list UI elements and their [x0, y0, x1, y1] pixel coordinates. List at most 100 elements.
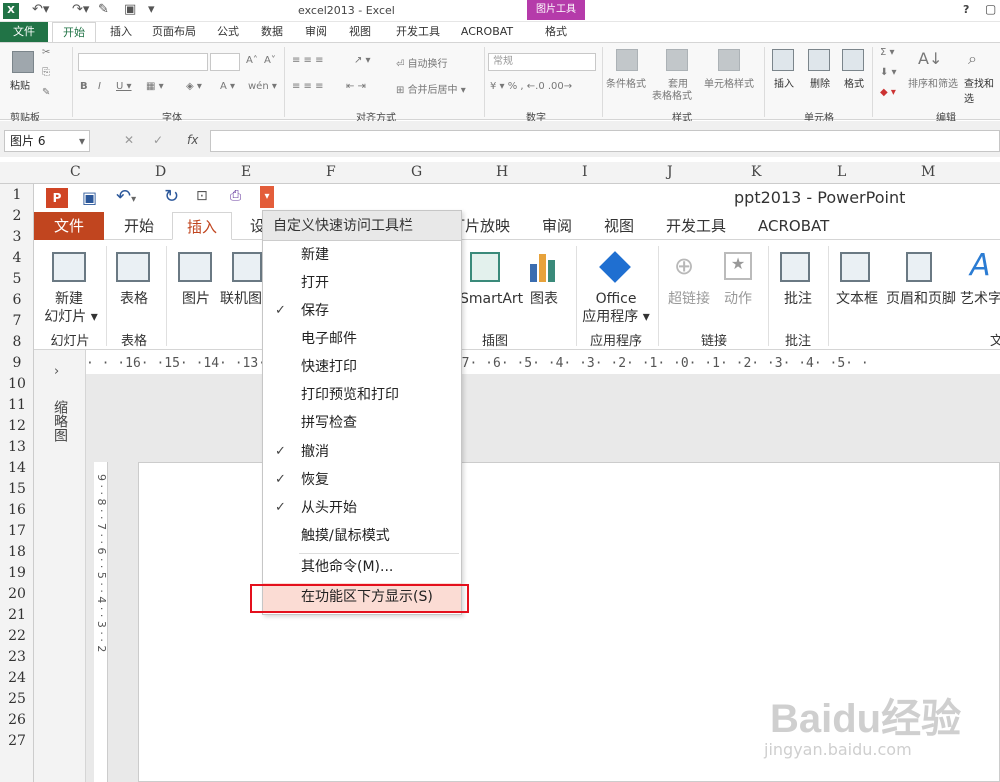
ppt-tab-view[interactable]: 视图: [604, 212, 634, 240]
row-header[interactable]: 10: [0, 376, 34, 392]
column-header[interactable]: C: [70, 164, 81, 180]
row-header[interactable]: 4: [0, 250, 34, 266]
smartart-icon[interactable]: [470, 252, 500, 282]
chevron-down-icon[interactable]: ▾: [79, 131, 85, 151]
thumbnail-pane-label[interactable]: 缩略图: [50, 400, 70, 442]
menu-item-quick-print[interactable]: 快速打印: [263, 353, 461, 381]
wordart-icon[interactable]: A: [970, 248, 991, 283]
comment-button[interactable]: 批注: [780, 290, 816, 308]
office-apps-button-line2[interactable]: 应用程序 ▾: [578, 308, 654, 326]
excel-tab-format[interactable]: 格式: [527, 22, 585, 42]
row-header[interactable]: 20: [0, 586, 34, 602]
format-as-table-icon[interactable]: [666, 49, 688, 71]
row-header[interactable]: 18: [0, 544, 34, 560]
row-header[interactable]: 19: [0, 565, 34, 581]
paste-icon[interactable]: [12, 51, 34, 73]
row-header[interactable]: 8: [0, 334, 34, 350]
row-header[interactable]: 24: [0, 670, 34, 686]
row-header[interactable]: 7: [0, 313, 34, 329]
table-icon[interactable]: [116, 252, 150, 282]
column-header[interactable]: K: [751, 164, 761, 180]
fill-color-icon[interactable]: ◈ ▾: [186, 81, 202, 92]
help-button[interactable]: ?: [963, 3, 969, 16]
align-left-icon[interactable]: ≡ ≡ ≡: [292, 81, 324, 92]
wrap-text-button[interactable]: ⏎ 自动换行: [396, 55, 448, 70]
indent-icon[interactable]: ⇤ ⇥: [346, 81, 366, 92]
column-header[interactable]: G: [411, 164, 422, 180]
menu-item-spelling[interactable]: 拼写检查: [263, 409, 461, 437]
ppt-tab-insert[interactable]: 插入: [172, 212, 232, 240]
row-header[interactable]: 16: [0, 502, 34, 518]
textbox-button[interactable]: 文本框: [834, 290, 880, 308]
row-header[interactable]: 2: [0, 208, 34, 224]
row-header[interactable]: 17: [0, 523, 34, 539]
picture-icon[interactable]: [178, 252, 212, 282]
column-header[interactable]: E: [241, 164, 251, 180]
insert-cells-icon[interactable]: [772, 49, 794, 71]
menu-item-new[interactable]: 新建: [263, 241, 461, 269]
paste-button[interactable]: 粘贴: [10, 77, 30, 92]
insert-cells-button[interactable]: 插入: [774, 75, 794, 90]
menu-item-open[interactable]: 打开: [263, 269, 461, 297]
column-header[interactable]: F: [326, 164, 336, 180]
excel-undo-icon[interactable]: ↶▾: [32, 2, 49, 17]
italic-icon[interactable]: I: [98, 81, 101, 92]
font-shrink-icon[interactable]: A˅: [264, 55, 276, 66]
font-grow-icon[interactable]: A˄: [246, 55, 258, 66]
row-header[interactable]: 27: [0, 733, 34, 749]
header-footer-button[interactable]: 页眉和页脚: [884, 290, 958, 308]
row-header[interactable]: 6: [0, 292, 34, 308]
print-preview-icon[interactable]: ⎙: [230, 188, 241, 204]
chart-icon[interactable]: [528, 252, 558, 282]
hyperlink-icon[interactable]: ⊕: [674, 252, 694, 280]
ppt-tab-acrobat[interactable]: ACROBAT: [758, 212, 829, 240]
column-header[interactable]: H: [496, 164, 508, 180]
sort-filter-button[interactable]: 排序和筛选: [908, 75, 958, 90]
conditional-format-icon[interactable]: [616, 49, 638, 71]
save-icon[interactable]: ▣: [82, 188, 97, 207]
cell-styles-icon[interactable]: [718, 49, 740, 71]
find-select-button[interactable]: 查找和选: [964, 75, 1000, 105]
excel-tab-review[interactable]: 审阅: [300, 22, 332, 42]
row-header[interactable]: 1: [0, 187, 34, 203]
column-header[interactable]: D: [155, 164, 166, 180]
row-header[interactable]: 22: [0, 628, 34, 644]
phonetic-icon[interactable]: wén ▾: [248, 81, 277, 92]
column-header[interactable]: J: [667, 164, 673, 180]
new-slide-icon[interactable]: [52, 252, 86, 282]
online-picture-button[interactable]: 联机图: [220, 290, 262, 308]
excel-tab-home[interactable]: 开始: [52, 22, 96, 42]
excel-tab-insert[interactable]: 插入: [104, 22, 138, 42]
font-color-icon[interactable]: A ▾: [220, 81, 235, 92]
copy-icon[interactable]: ⎘: [42, 67, 50, 78]
ppt-tab-file[interactable]: 文件: [34, 212, 104, 240]
undo-icon[interactable]: ↶▾: [116, 186, 136, 207]
online-picture-icon[interactable]: [232, 252, 262, 282]
column-header[interactable]: I: [582, 164, 588, 180]
excel-tab-page-layout[interactable]: 页面布局: [148, 22, 200, 42]
fill-icon[interactable]: ⬇ ▾: [880, 67, 897, 78]
row-header[interactable]: 15: [0, 481, 34, 497]
merge-center-button[interactable]: ⊞ 合并后居中 ▾: [396, 81, 466, 96]
align-top-icon[interactable]: ≡ ≡ ≡: [292, 55, 324, 66]
cut-icon[interactable]: ✂: [42, 47, 50, 58]
accounting-format-icon[interactable]: ¥ ▾ % , ←.0 .00→: [490, 81, 572, 92]
row-header[interactable]: 9: [0, 355, 34, 371]
office-apps-button-line1[interactable]: Office: [588, 290, 644, 308]
delete-cells-button[interactable]: 删除: [810, 75, 830, 90]
ppt-tab-review[interactable]: 审阅: [542, 212, 572, 240]
name-box[interactable]: 图片 6 ▾: [4, 130, 90, 152]
textbox-icon[interactable]: [840, 252, 870, 282]
format-as-table-button-line2[interactable]: 表格格式: [652, 87, 692, 102]
delete-cells-icon[interactable]: [808, 49, 830, 71]
find-select-icon[interactable]: ⌕: [968, 49, 977, 69]
excel-save-icon[interactable]: ▣: [124, 2, 136, 17]
excel-tab-data[interactable]: 数据: [256, 22, 288, 42]
smartart-button[interactable]: SmartArt: [460, 290, 523, 308]
border-icon[interactable]: ▦ ▾: [146, 81, 164, 92]
cancel-icon[interactable]: ✕: [124, 133, 134, 147]
excel-format-painter-icon[interactable]: ✎: [98, 2, 109, 17]
row-header[interactable]: 11: [0, 397, 34, 413]
column-header[interactable]: L: [837, 164, 846, 180]
menu-item-redo[interactable]: ✓ 恢复: [263, 466, 461, 494]
